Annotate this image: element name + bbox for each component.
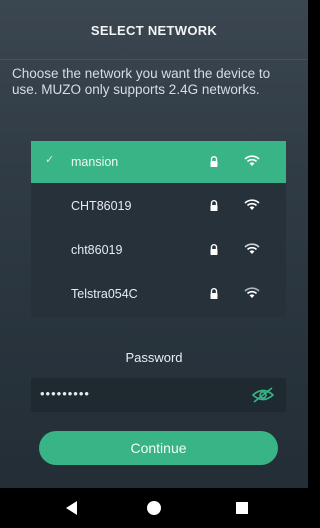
page-title: SELECT NETWORK — [90, 22, 218, 38]
android-navbar — [0, 488, 308, 528]
wifi-icon — [244, 243, 260, 254]
back-triangle-icon[interactable] — [63, 499, 81, 517]
wifi-icon — [244, 155, 260, 166]
recents-square-icon[interactable] — [233, 499, 251, 517]
network-item-mansion[interactable]: ✓ mansion — [31, 141, 286, 183]
network-list: ✓ mansion CHT86019 cht86019 Telstra054C — [31, 141, 286, 317]
network-ssid: Telstra054C — [71, 287, 138, 301]
network-item-cht86019-upper[interactable]: CHT86019 — [31, 185, 286, 227]
lock-icon — [210, 288, 218, 299]
header: SELECT NETWORK — [0, 0, 308, 60]
lock-icon — [210, 200, 218, 211]
lock-icon — [210, 156, 218, 167]
wifi-icon — [244, 199, 260, 210]
password-value: ••••••••• — [40, 386, 90, 401]
instructions-text: Choose the network you want the device t… — [12, 66, 271, 97]
password-label: Password — [125, 350, 183, 365]
lock-icon — [210, 244, 218, 255]
network-ssid: cht86019 — [71, 243, 123, 257]
password-input[interactable]: ••••••••• — [31, 378, 286, 412]
network-ssid: mansion — [71, 155, 119, 169]
home-circle-icon[interactable] — [145, 499, 163, 517]
check-icon: ✓ — [45, 154, 55, 166]
network-item-telstra054c[interactable]: Telstra054C — [31, 273, 286, 315]
network-ssid: CHT86019 — [71, 199, 132, 213]
eye-hidden-icon[interactable] — [251, 386, 275, 404]
network-item-cht86019-lower[interactable]: cht86019 — [31, 229, 286, 271]
header-divider — [0, 59, 308, 60]
select-network-screen: SELECT NETWORK Choose the network you wa… — [0, 0, 308, 528]
wifi-icon — [244, 287, 260, 298]
continue-button[interactable]: Continue — [39, 431, 278, 465]
